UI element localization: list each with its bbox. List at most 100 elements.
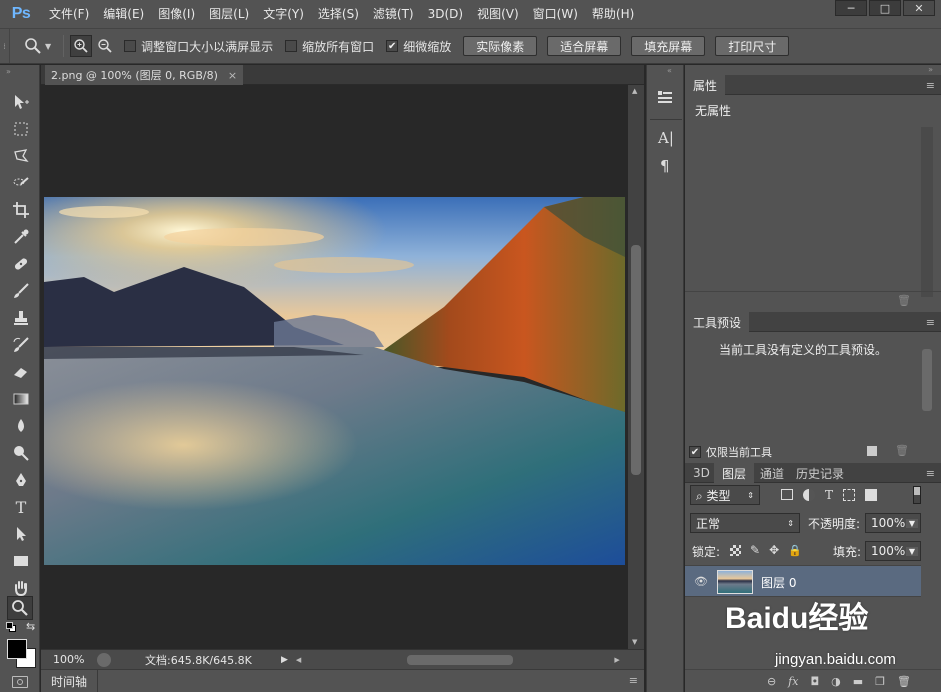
tab-channels[interactable]: 通道	[752, 463, 792, 483]
current-tool-only-checkbox[interactable]: ✔	[689, 446, 701, 458]
rectangle-tool[interactable]	[8, 550, 34, 572]
quick-mask-button[interactable]	[12, 676, 28, 688]
horizontal-scrollbar[interactable]	[307, 654, 612, 666]
default-colors-icon[interactable]	[6, 622, 16, 632]
options-grip[interactable]: ⁞	[0, 29, 10, 63]
actual-pixels-button[interactable]: 实际像素	[463, 36, 538, 56]
resize-windows-checkbox[interactable]	[124, 40, 137, 52]
layers-menu-icon[interactable]: ≡	[926, 467, 935, 480]
menu-window[interactable]: 窗口(W)	[526, 0, 585, 28]
zoom-all-checkbox[interactable]	[285, 40, 298, 52]
layer-name[interactable]: 图层 0	[761, 574, 796, 591]
lasso-tool[interactable]	[8, 145, 34, 167]
fx-icon[interactable]: fx	[788, 675, 798, 688]
close-tab-icon[interactable]: ×	[228, 69, 237, 82]
document-tab[interactable]: 2.png @ 100% (图层 0, RGB/8) ×	[45, 65, 244, 85]
foreground-color-swatch[interactable]	[7, 639, 27, 659]
eye-icon[interactable]: 👁	[694, 575, 708, 588]
crop-tool[interactable]	[8, 199, 34, 221]
eyedropper-tool[interactable]	[8, 226, 34, 248]
tool-presets-menu-icon[interactable]: ≡	[926, 316, 935, 329]
print-size-button[interactable]: 打印尺寸	[715, 36, 790, 56]
menu-layer[interactable]: 图层(L)	[202, 0, 256, 28]
doc-info-icon[interactable]	[97, 652, 111, 667]
zoom-all-option[interactable]: 缩放所有窗口	[285, 38, 374, 55]
vertical-scroll-thumb[interactable]	[631, 245, 641, 475]
pixel-filter-icon[interactable]	[781, 489, 793, 500]
status-menu-arrow-icon[interactable]: ▶	[281, 655, 288, 665]
tab-3d[interactable]: 3D	[685, 463, 718, 483]
blur-tool[interactable]	[8, 415, 34, 437]
marquee-tool[interactable]	[8, 118, 34, 140]
pen-tool[interactable]	[8, 469, 34, 491]
opacity-input[interactable]: 100% ▼	[865, 513, 921, 533]
resize-windows-option[interactable]: 调整窗口大小以满屏显示	[124, 38, 273, 55]
horizontal-scroll-thumb[interactable]	[407, 654, 514, 665]
clone-stamp-tool[interactable]	[8, 307, 34, 329]
expand-panels-icon[interactable]: «	[667, 66, 672, 75]
zoom-out-button[interactable]	[94, 35, 116, 57]
scroll-up-icon[interactable]: ▲	[632, 87, 637, 95]
smart-object-filter-icon[interactable]	[865, 489, 878, 501]
type-tool[interactable]: T	[8, 496, 34, 518]
history-brush-tool[interactable]	[8, 334, 34, 356]
scrubby-zoom-option[interactable]: ✔ 细微缩放	[386, 38, 451, 55]
brush-tool[interactable]	[8, 280, 34, 302]
quick-select-tool[interactable]	[8, 172, 34, 194]
character-panel-button[interactable]: A|	[658, 129, 674, 147]
collapse-dock-icon[interactable]: »	[685, 65, 941, 75]
tab-layers[interactable]: 图层	[714, 463, 755, 483]
menu-edit[interactable]: 编辑(E)	[96, 0, 151, 28]
scroll-left-icon[interactable]: ◀	[296, 656, 301, 664]
menu-type[interactable]: 文字(Y)	[256, 0, 311, 28]
eraser-tool[interactable]	[8, 361, 34, 383]
menu-file[interactable]: 文件(F)	[42, 0, 96, 28]
scroll-down-icon[interactable]: ▼	[632, 638, 637, 646]
lock-position-icon[interactable]: ✥	[769, 544, 779, 556]
timeline-tab[interactable]: 时间轴	[41, 670, 99, 692]
new-preset-icon[interactable]	[867, 446, 877, 456]
shape-filter-icon[interactable]	[843, 489, 856, 501]
filter-toggle-switch[interactable]	[913, 486, 921, 504]
tab-history[interactable]: 历史记录	[788, 463, 852, 483]
lock-pixels-icon[interactable]: ✎	[750, 544, 760, 556]
lock-transparency-icon[interactable]	[730, 545, 741, 556]
delete-preset-icon[interactable]: 🗑	[895, 444, 909, 457]
link-icon[interactable]: ⊖	[767, 675, 776, 688]
path-select-tool[interactable]	[8, 523, 34, 545]
properties-menu-icon[interactable]: ≡	[926, 79, 935, 92]
zoom-in-button[interactable]	[70, 35, 93, 57]
chevron-down-icon[interactable]: ▼	[905, 518, 918, 528]
lock-all-icon[interactable]: 🔒	[788, 545, 802, 556]
menu-3d[interactable]: 3D(D)	[421, 0, 470, 28]
chevron-down-icon[interactable]: ▼	[905, 546, 918, 556]
folder-icon[interactable]: ▬	[853, 675, 863, 688]
menu-select[interactable]: 选择(S)	[311, 0, 366, 28]
zoom-level[interactable]: 100%	[41, 653, 91, 666]
menu-help[interactable]: 帮助(H)	[585, 0, 641, 28]
swap-colors-icon[interactable]: ⇆	[26, 620, 35, 633]
move-tool[interactable]	[8, 91, 34, 113]
scroll-right-icon[interactable]: ▶	[614, 656, 619, 664]
properties-scrollbar[interactable]	[921, 127, 933, 297]
minimize-button[interactable]: ─	[835, 0, 867, 16]
fill-input[interactable]: 100% ▼	[865, 541, 921, 561]
trash-icon[interactable]: 🗑	[897, 294, 911, 307]
close-window-button[interactable]: ✕	[903, 0, 935, 16]
adjustment-icon[interactable]: ◑	[831, 675, 841, 688]
fill-screen-button[interactable]: 填充屏幕	[631, 36, 706, 56]
menu-view[interactable]: 视图(V)	[470, 0, 526, 28]
collapse-toolbar-icon[interactable]: »	[6, 67, 11, 76]
adjustment-filter-icon[interactable]	[803, 489, 815, 501]
new-layer-icon[interactable]: ❐	[875, 675, 885, 688]
canvas-area[interactable]	[41, 85, 628, 649]
healing-brush-tool[interactable]	[8, 253, 34, 275]
menu-image[interactable]: 图像(I)	[151, 0, 202, 28]
maximize-button[interactable]: □	[869, 0, 901, 16]
vertical-scrollbar[interactable]: ▲ ▼	[628, 85, 644, 649]
current-tool-only-option[interactable]: ✔ 仅限当前工具	[689, 444, 772, 460]
tool-presets-tab[interactable]: 工具预设	[685, 312, 750, 332]
properties-panel-button[interactable]	[656, 89, 674, 110]
dodge-tool[interactable]	[8, 442, 34, 464]
zoom-tool[interactable]	[7, 596, 33, 620]
